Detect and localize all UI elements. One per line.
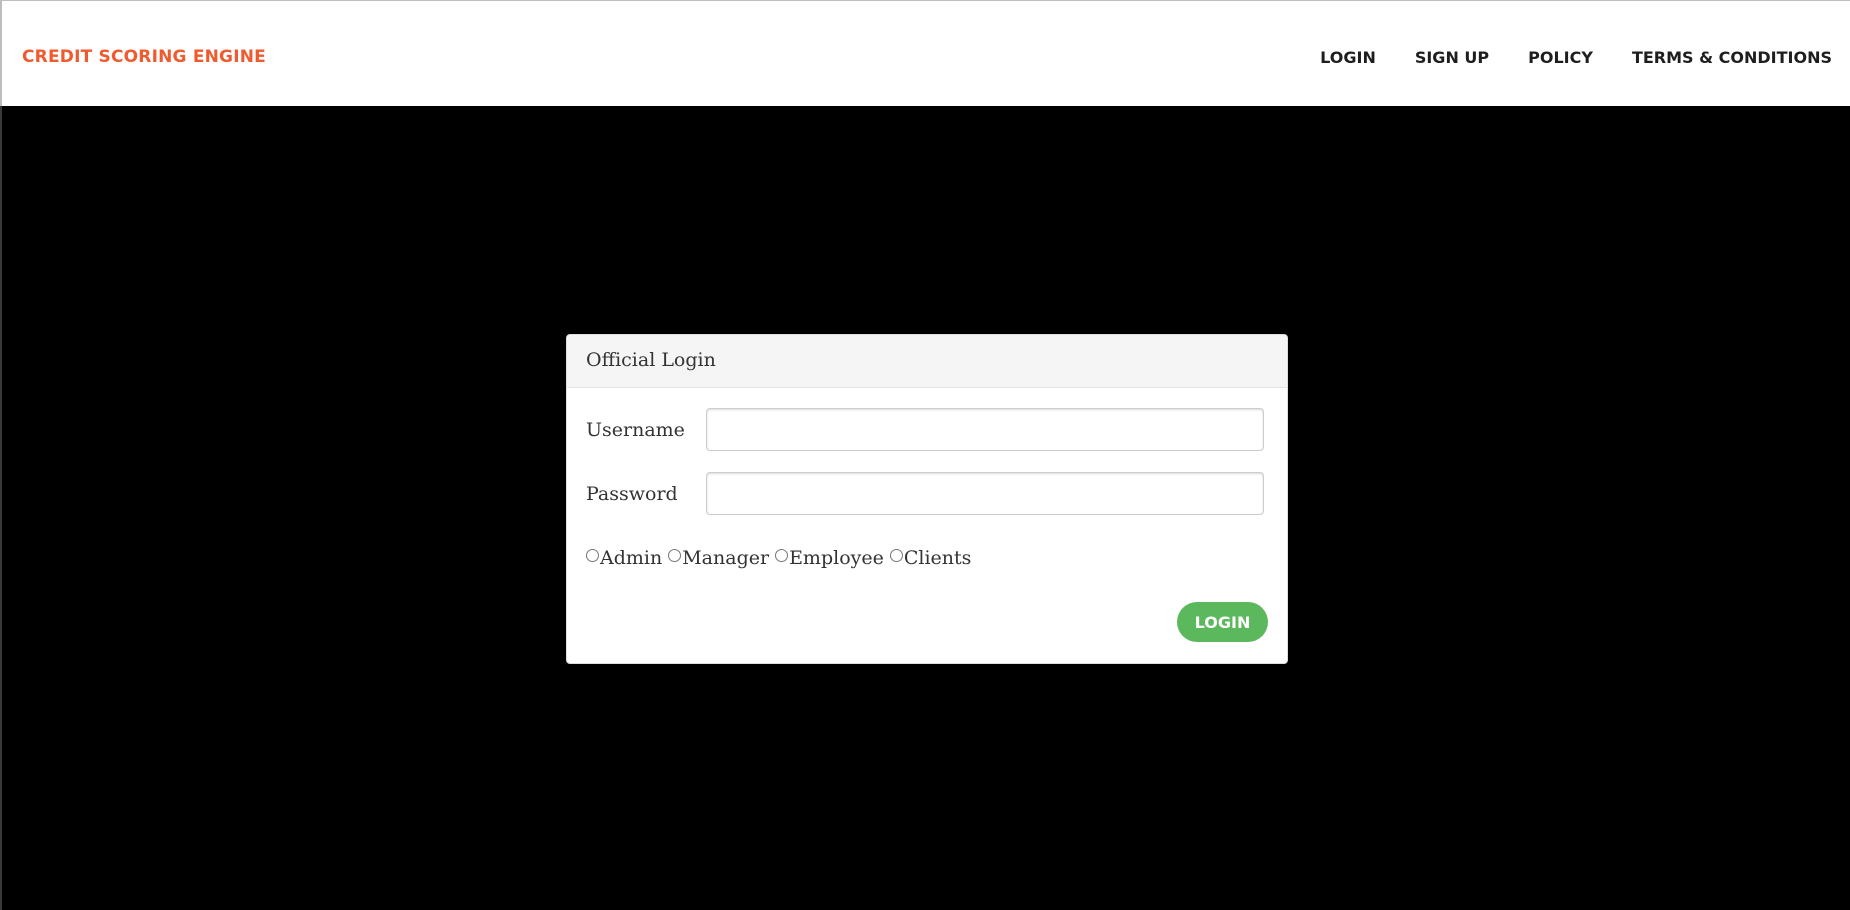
- login-submit-button[interactable]: LOGIN: [1177, 602, 1268, 642]
- role-label-employee: Employee: [789, 547, 884, 569]
- username-input[interactable]: [706, 408, 1264, 451]
- brand-link[interactable]: CREDIT SCORING ENGINE: [22, 47, 266, 67]
- role-radio-group: Admin Manager Employee Clients: [586, 547, 977, 569]
- nav-policy-link[interactable]: POLICY: [1528, 48, 1593, 67]
- window-left-border: [0, 106, 2, 910]
- password-row: Password: [586, 472, 1264, 515]
- username-label: Username: [586, 418, 685, 441]
- top-navbar: CREDIT SCORING ENGINE LOGIN SIGN UP POLI…: [0, 0, 1850, 106]
- role-label-manager: Manager: [682, 547, 770, 569]
- nav-links: LOGIN SIGN UP POLICY TERMS & CONDITIONS: [1281, 48, 1832, 67]
- role-option-admin[interactable]: Admin: [586, 547, 668, 569]
- role-radio-clients[interactable]: [889, 548, 903, 562]
- role-radio-admin[interactable]: [586, 548, 599, 562]
- role-label-admin: Admin: [600, 547, 663, 569]
- role-radio-manager[interactable]: [668, 548, 682, 562]
- panel-title: Official Login: [586, 349, 716, 371]
- nav-login-link[interactable]: LOGIN: [1320, 48, 1376, 67]
- nav-terms-link[interactable]: TERMS & CONDITIONS: [1632, 48, 1832, 67]
- role-option-clients[interactable]: Clients: [889, 547, 978, 569]
- role-option-manager[interactable]: Manager: [668, 547, 775, 569]
- role-radio-employee[interactable]: [775, 548, 789, 562]
- password-label: Password: [586, 482, 678, 505]
- login-panel: Official Login Username Password Admin M…: [566, 334, 1288, 664]
- nav-signup-link[interactable]: SIGN UP: [1415, 48, 1489, 67]
- panel-heading: Official Login: [567, 335, 1287, 388]
- username-row: Username: [586, 408, 1264, 451]
- password-input[interactable]: [706, 472, 1264, 515]
- role-option-employee[interactable]: Employee: [775, 547, 890, 569]
- role-label-clients: Clients: [903, 547, 972, 569]
